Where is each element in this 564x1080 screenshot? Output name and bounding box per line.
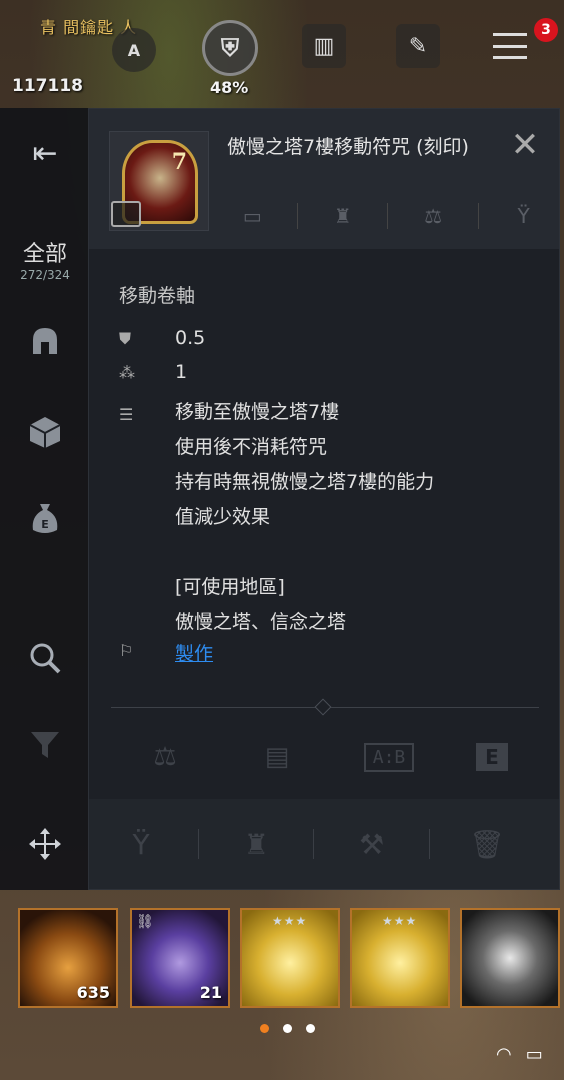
quick-slot-vortex[interactable] [460,908,560,1008]
quick-slot-potion[interactable]: 635 [18,908,118,1008]
goblet-icon[interactable]: Ÿ [510,204,538,228]
menu-button[interactable] [488,24,532,68]
category-etc[interactable]: E [0,500,90,536]
item-title: 傲慢之塔7樓移動符咒 (刻印) [227,136,469,158]
page-dot[interactable] [260,1024,269,1033]
menu-icon [493,33,527,59]
description-row: ☰ 移動至傲慢之塔7樓 使用後不消耗符咒 持有時無視傲慢之塔7樓的能力 值減少效… [119,395,434,640]
description-line: 值減少效果 [175,506,271,528]
category-equipment[interactable] [0,324,90,360]
item-count: 1 [175,361,188,383]
money-bag-icon: E [32,504,58,533]
item-category: 移動卷軸 [119,285,196,307]
wifi-icon: ◠ [496,1044,512,1065]
quick-slot-gem[interactable]: ⛓ 21 [130,908,230,1008]
page-dot[interactable] [283,1024,292,1033]
box-icon [29,417,61,448]
link-icon: ⛓ [136,914,154,930]
inventory-category-rail: ⇤ 全部 272/324 E [0,108,90,890]
item-icon-number: 7 [171,149,187,175]
description-line: 移動至傲慢之塔7樓 [175,401,340,423]
description-line [175,535,434,570]
craft-row: ⚐ 製作 [119,639,213,666]
scale-icon[interactable]: ⚖ [140,742,190,772]
description-line: 持有時無視傲慢之塔7樓的能力 [175,471,435,493]
slot-count: 21 [199,983,222,1002]
category-all[interactable]: 全部 272/324 [0,236,90,282]
compare-button[interactable]: A:B [364,742,414,772]
search-icon [30,643,61,674]
book-icon[interactable]: ▤ [252,742,302,772]
lock-icon[interactable] [111,201,141,227]
goblet-icon[interactable]: Ÿ [114,828,168,861]
divider-ornament [314,698,332,716]
item-info: 移動卷軸 ⛊ 0.5 ⁂ 1 ☰ 移動至傲慢之塔7樓 使用後不消耗符咒 持有時無… [89,249,559,689]
item-header: 7 傲慢之塔7樓移動符咒 (刻印) ✕ ▭ ♜ ⚖ Ÿ [89,109,559,249]
page-dot[interactable] [306,1024,315,1033]
category-all-label: 全部 [22,242,67,267]
weight-row: ⛊ 0.5 [119,327,205,349]
collapse-button[interactable]: ⇤ [0,136,90,171]
close-button[interactable]: ✕ [507,128,543,165]
trash-icon[interactable]: 🗑 [460,828,514,861]
quick-slot-emblem[interactable]: ★★★ [350,908,450,1008]
star-rating: ★★★ [382,914,418,928]
map-icon[interactable]: ▥ [302,24,346,68]
battery-icon: ▭ [525,1044,543,1065]
move-button[interactable] [0,826,90,862]
description-icon: ☰ [119,405,134,424]
close-icon: ✕ [510,125,540,165]
scroll-icon[interactable]: ✎ [396,24,440,68]
inventory-count: 272/324 [20,268,70,282]
item-description: 移動至傲慢之塔7樓 使用後不消耗符咒 持有時無視傲慢之塔7樓的能力 值減少效果 … [175,395,434,640]
category-materials[interactable] [0,414,90,450]
auto-label: A [127,40,141,60]
gold-amount: 117118 [12,76,83,96]
move-arrows-icon [29,828,61,860]
shield-icon[interactable]: ⛨ [202,20,258,76]
filter-button[interactable] [0,726,90,762]
helmet-icon [33,328,57,354]
scale-icon[interactable]: ⚖ [419,204,447,228]
star-rating: ★★★ [272,914,308,928]
hammer-icon[interactable]: ⚒ [345,828,399,861]
inventory-actions: Ÿ ♜ ⚒ 🗑 [89,799,559,889]
top-hud: 青 間鑰匙 人 117118 A ⛨ 48% ▥ ✎ 3 [0,0,564,100]
collapse-arrow-icon: ⇤ [32,136,58,171]
search-button[interactable] [0,640,90,676]
slot-count: 635 [76,983,110,1002]
chest-icon[interactable]: ▭ [238,204,266,228]
quick-slot-emblem[interactable]: ★★★ [240,908,340,1008]
item-weight: 0.5 [175,327,206,349]
description-line: [可使用地區] [175,576,285,598]
storage-icon[interactable]: ♜ [229,828,283,861]
description-line: 使用後不消耗符咒 [175,436,328,458]
weight-icon: ⛊ [119,329,132,348]
menu-badge: 3 [534,18,558,42]
storage-icon[interactable]: ♜ [329,204,357,228]
shield-percent: 48% [210,78,249,97]
status-icons: ◠ ▭ [496,1044,543,1065]
map-flag-icon: ⚐ [119,641,134,660]
item-quick-actions: ▭ ♜ ⚖ Ÿ [223,199,553,233]
description-line: 傲慢之塔、信念之塔 [175,611,347,633]
filter-icon [31,732,59,758]
item-tools: ⚖ ▤ A:B E [109,729,539,785]
craft-link[interactable]: 製作 [175,639,213,666]
enchant-button[interactable]: E [476,743,508,771]
auto-button[interactable]: A [112,28,156,72]
svg-text:E: E [41,518,49,531]
quick-slots: 635 ⛓ 21 ★★★ ★★★ [18,908,564,1008]
count-row: ⁂ 1 [119,361,187,383]
item-detail-panel: 7 傲慢之塔7樓移動符咒 (刻印) ✕ ▭ ♜ ⚖ Ÿ 移動卷軸 ⛊ 0.5 ⁂… [88,108,560,890]
stack-icon: ⁂ [119,363,135,382]
slot-page-indicator [260,1024,315,1033]
